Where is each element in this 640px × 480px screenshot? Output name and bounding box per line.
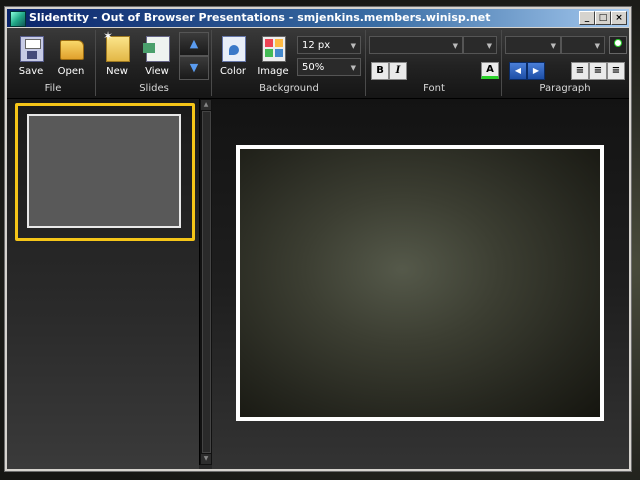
font-color-button[interactable]: A	[481, 62, 499, 79]
arrow-down-icon: ▼	[189, 61, 199, 74]
app-window: Slidentity - Out of Browser Presentation…	[4, 6, 632, 472]
minimize-button[interactable]: _	[579, 11, 595, 25]
font-size-dropdown[interactable]: 12 px ▼	[297, 36, 361, 54]
save-icon	[20, 36, 44, 62]
app-icon	[10, 11, 26, 27]
arrow-right-icon: ▶	[532, 66, 540, 75]
background-image-button[interactable]: Image	[255, 32, 291, 80]
zoom-dropdown[interactable]: 50% ▼	[297, 58, 361, 76]
chevron-down-icon: ▼	[350, 64, 356, 72]
color-icon	[222, 36, 246, 62]
slide-canvas[interactable]	[236, 145, 604, 421]
align-center-button[interactable]: ≡	[589, 62, 607, 80]
font-size-value: 12 px	[302, 40, 331, 51]
open-button[interactable]: Open	[53, 32, 89, 80]
scrollbar-thumb[interactable]	[202, 111, 211, 453]
image-label: Image	[257, 66, 289, 77]
maximize-button[interactable]: □	[595, 11, 611, 25]
slide-thumbnail-preview	[27, 114, 181, 228]
save-button[interactable]: Save	[13, 32, 49, 80]
align-right-icon: ≡	[611, 65, 621, 76]
align-center-icon: ≡	[593, 65, 603, 76]
chevron-down-icon: ▼	[550, 42, 556, 50]
bullet-toggle-button[interactable]	[609, 36, 627, 54]
new-label: New	[106, 66, 128, 77]
color-label: Color	[219, 66, 247, 77]
save-label: Save	[18, 66, 44, 77]
file-group-label: File	[44, 83, 62, 94]
slides-group: New View ▲ ▼ Slides	[97, 29, 212, 96]
paragraph-group-label: Paragraph	[539, 83, 591, 94]
ribbon-toolbar: Save Open File New View ▲	[7, 28, 629, 99]
arrow-left-icon: ◀	[514, 66, 522, 75]
font-group-label: Font	[423, 83, 445, 94]
chevron-down-icon: ▼	[350, 42, 356, 50]
window-title: Slidentity - Out of Browser Presentation…	[29, 11, 491, 24]
move-slide-up-button[interactable]: ▲	[179, 32, 209, 56]
open-label: Open	[57, 66, 85, 77]
open-folder-icon	[60, 40, 84, 60]
slides-group-label: Slides	[139, 83, 169, 94]
file-group: Save Open File	[11, 30, 96, 96]
scroll-up-icon[interactable]: ▲	[201, 100, 211, 110]
bold-button[interactable]: B	[371, 62, 389, 80]
slide-thumbnail-selected[interactable]	[15, 103, 195, 241]
zoom-value: 50%	[302, 62, 325, 73]
view-label: View	[145, 66, 169, 77]
italic-button[interactable]: I	[389, 62, 407, 80]
outdent-button[interactable]: ◀	[509, 62, 527, 80]
bullet-icon	[614, 39, 622, 47]
chevron-down-icon: ▼	[486, 42, 492, 50]
background-group: Color Image 12 px ▼ 50% ▼ Background	[213, 30, 366, 96]
font-group: ▼ ▼ B I A Font	[367, 30, 502, 96]
arrow-up-icon: ▲	[189, 37, 199, 50]
view-slide-icon	[143, 36, 170, 62]
view-button[interactable]: View	[139, 32, 175, 80]
move-slide-down-button[interactable]: ▼	[179, 56, 209, 80]
background-color-button[interactable]: Color	[215, 32, 251, 80]
app-client-area: Save Open File New View ▲	[7, 28, 629, 469]
chevron-down-icon: ▼	[594, 42, 600, 50]
new-slide-icon	[103, 29, 130, 62]
image-icon	[262, 36, 286, 62]
scroll-down-icon[interactable]: ▼	[201, 454, 211, 464]
slide-background-image	[240, 149, 600, 417]
new-slide-button[interactable]: New	[99, 29, 135, 80]
align-right-button[interactable]: ≡	[607, 62, 625, 80]
thumbnail-scrollbar[interactable]: ▲ ▼	[199, 99, 212, 465]
slide-thumbnail-panel	[7, 99, 199, 469]
indent-button[interactable]: ▶	[527, 62, 545, 80]
list-style-dropdown[interactable]: ▼	[505, 36, 561, 54]
slide-editor-stage	[212, 99, 629, 469]
chevron-down-icon: ▼	[452, 42, 458, 50]
background-group-label: Background	[259, 83, 319, 94]
font-family-dropdown[interactable]: ▼	[369, 36, 463, 54]
paragraph-group: ▼ ▼ ◀ ▶ ≡ ≡ ≡ Paragraph	[503, 30, 627, 96]
align-left-icon: ≡	[575, 65, 585, 76]
close-button[interactable]: ×	[611, 11, 627, 25]
spacing-dropdown[interactable]: ▼	[561, 36, 605, 54]
title-bar[interactable]: Slidentity - Out of Browser Presentation…	[7, 9, 629, 27]
align-left-button[interactable]: ≡	[571, 62, 589, 80]
font-size-select[interactable]: ▼	[463, 36, 497, 54]
